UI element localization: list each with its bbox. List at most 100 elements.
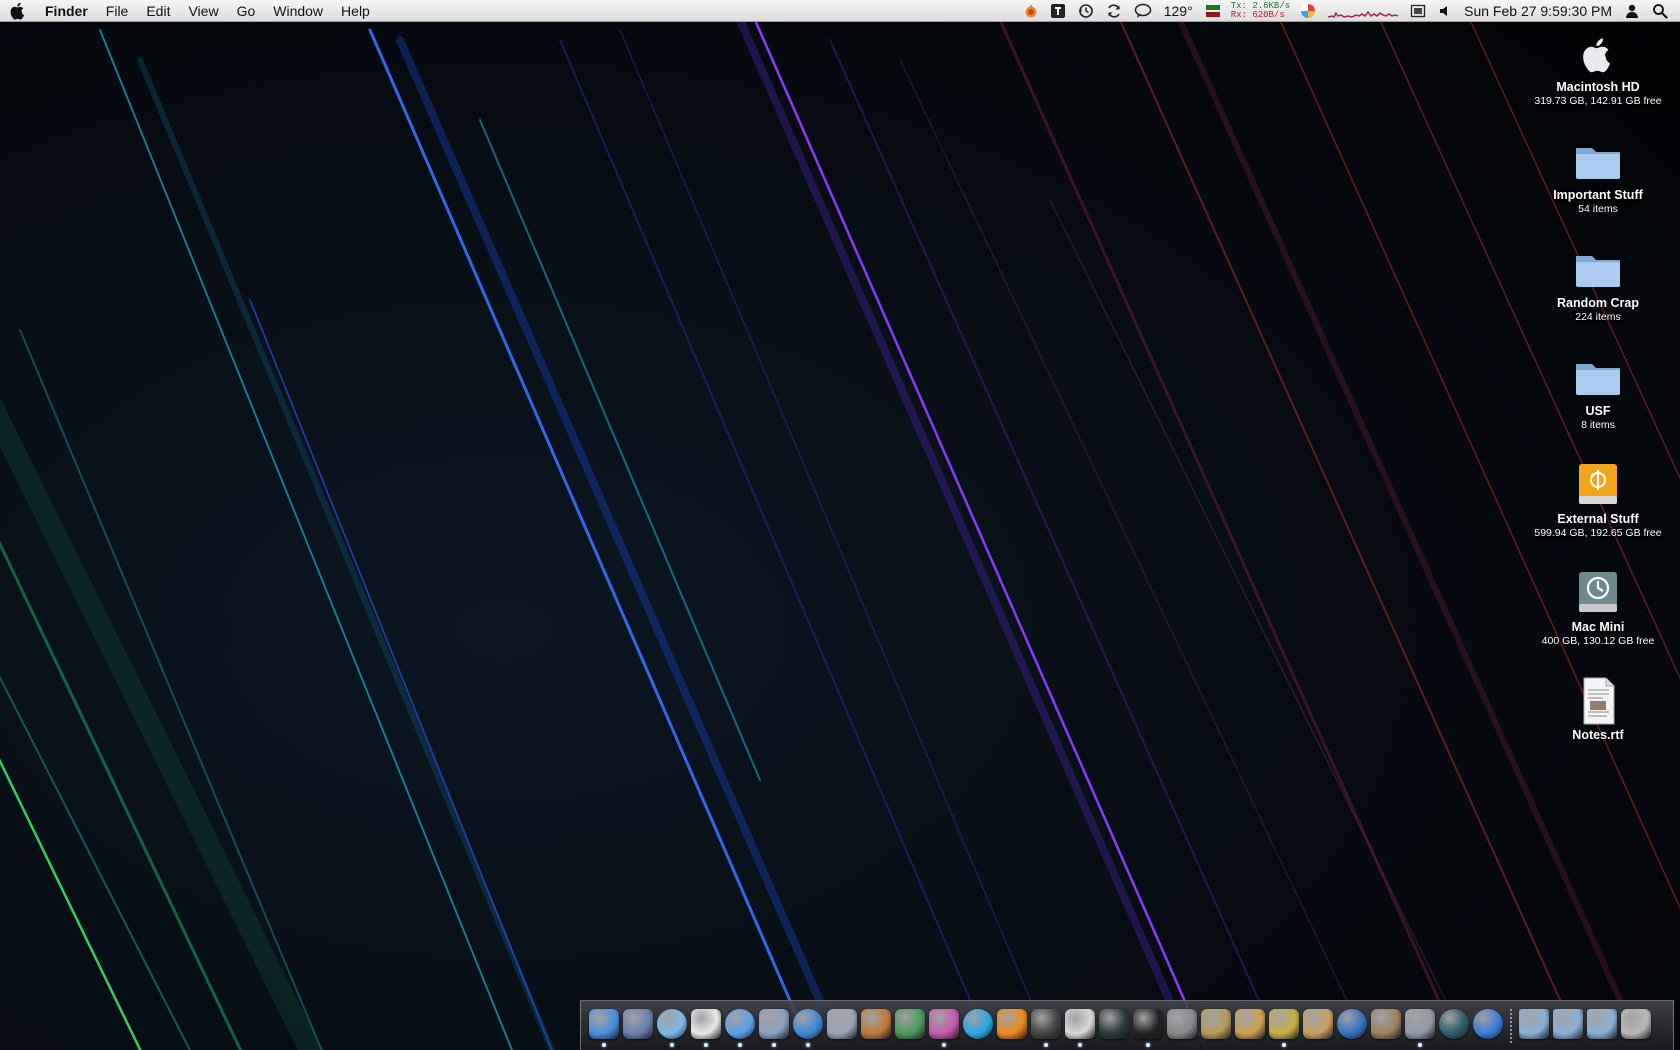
dock-app-item[interactable] xyxy=(792,1008,824,1047)
app-store-icon xyxy=(1473,1008,1503,1039)
desktop-icon-usf[interactable]: USF 8 items xyxy=(1523,352,1673,432)
desktop-icon-external-stuff[interactable]: External Stuff 599.94 GB, 192.65 GB free xyxy=(1523,460,1673,540)
menu-go[interactable]: Go xyxy=(228,0,265,22)
time-machine-drive-icon xyxy=(1573,568,1623,618)
dock-app-item[interactable] xyxy=(622,1008,654,1043)
dock-stacks xyxy=(1517,1008,1653,1043)
folder-icon xyxy=(1573,352,1623,402)
growl-icon[interactable] xyxy=(1018,0,1044,22)
display-icon[interactable] xyxy=(1404,0,1432,22)
dock-app-item[interactable] xyxy=(1200,1008,1232,1043)
hard-drive-icon xyxy=(1573,28,1623,78)
network-meter[interactable]: Tx: 2.6KB/s Rx: 620B/s xyxy=(1227,0,1294,22)
desktop-icon-notes-rtf[interactable]: Notes.rtf xyxy=(1523,676,1673,743)
menu-app-finder[interactable]: Finder xyxy=(36,0,97,22)
running-indicator xyxy=(1146,1042,1150,1047)
dock-app-item[interactable] xyxy=(1234,1008,1266,1043)
dock-app-item[interactable] xyxy=(962,1008,994,1043)
pen-icon xyxy=(827,1008,857,1039)
desktop-icon-important-stuff[interactable]: Important Stuff 54 items xyxy=(1523,136,1673,216)
battery-meter-icon[interactable] xyxy=(1199,0,1227,22)
dock-app-item[interactable] xyxy=(690,1008,722,1047)
dock-app-item[interactable] xyxy=(928,1008,960,1047)
color-wheel-icon[interactable] xyxy=(1294,0,1322,22)
quicktime-icon xyxy=(1337,1008,1367,1039)
dock-app-item[interactable] xyxy=(656,1008,688,1047)
dock-app-item[interactable] xyxy=(724,1008,756,1047)
system-preferences-icon xyxy=(1405,1008,1435,1039)
menu-edit[interactable]: Edit xyxy=(137,0,179,22)
dock-app-item[interactable] xyxy=(1302,1008,1334,1043)
desktop-icon-name: Random Crap xyxy=(1557,296,1639,310)
terminal-icon xyxy=(1133,1008,1163,1039)
safari-icon xyxy=(793,1008,823,1039)
dock xyxy=(580,1000,1674,1050)
speech-bubble-icon[interactable] xyxy=(1128,0,1158,22)
desktop-icon-name: External Stuff xyxy=(1557,512,1639,526)
running-indicator xyxy=(602,1042,606,1047)
desktop-icon-info: 54 items xyxy=(1578,203,1618,215)
net-rx-value: 620B/s xyxy=(1252,9,1285,20)
dock-stack-item[interactable] xyxy=(1552,1008,1584,1043)
desktop-icon-macintosh-hd[interactable]: Macintosh HD 319.73 GB, 142.91 GB free xyxy=(1523,28,1673,108)
menu-clock[interactable]: Sun Feb 27 9:59:30 PM xyxy=(1458,0,1618,22)
dock-app-item[interactable] xyxy=(1370,1008,1402,1043)
keynote-icon xyxy=(861,1008,891,1039)
running-indicator xyxy=(1044,1042,1048,1047)
preview-icon xyxy=(1201,1008,1231,1039)
dock-app-item[interactable] xyxy=(826,1008,858,1043)
network-graph-icon[interactable] xyxy=(1322,0,1404,22)
desktop-icon-mac-mini[interactable]: Mac Mini 400 GB, 130.12 GB free xyxy=(1523,568,1673,648)
time-machine-icon xyxy=(1439,1008,1469,1039)
dock-app-item[interactable] xyxy=(1404,1008,1436,1047)
dock-app-item[interactable] xyxy=(1472,1008,1504,1043)
running-indicator xyxy=(806,1042,810,1047)
desktop-icon-random-crap[interactable]: Random Crap 224 items xyxy=(1523,244,1673,324)
ichat-icon xyxy=(725,1008,755,1039)
volume-icon[interactable] xyxy=(1432,0,1458,22)
dock-app-item[interactable] xyxy=(1098,1008,1130,1043)
desktop-wallpaper xyxy=(0,0,1680,1050)
dock-app-item[interactable] xyxy=(758,1008,790,1047)
dock-app-item[interactable] xyxy=(894,1008,926,1043)
imovie-icon xyxy=(623,1008,653,1039)
running-indicator xyxy=(1078,1042,1082,1047)
dock-app-item[interactable] xyxy=(1030,1008,1062,1047)
menu-file[interactable]: File xyxy=(97,0,138,22)
temperature-readout[interactable]: 129° xyxy=(1158,0,1199,22)
dock-app-item[interactable] xyxy=(860,1008,892,1043)
dock-stack-item[interactable] xyxy=(1518,1008,1550,1043)
desktop-icon-info: 224 items xyxy=(1575,311,1621,323)
dock-apps xyxy=(587,1008,1505,1047)
dock-app-item[interactable] xyxy=(1268,1008,1300,1047)
activity-monitor-icon xyxy=(1099,1008,1129,1039)
sync-icon[interactable] xyxy=(1100,0,1128,22)
dock-app-item[interactable] xyxy=(1438,1008,1470,1043)
time-machine-menu-icon[interactable] xyxy=(1072,0,1100,22)
downloads-folder-icon xyxy=(1587,1008,1617,1039)
dock-app-item[interactable] xyxy=(1064,1008,1096,1047)
dock-stack-item[interactable] xyxy=(1586,1008,1618,1043)
dock-app-item[interactable] xyxy=(1166,1008,1198,1043)
apple-logo-icon[interactable] xyxy=(0,0,36,22)
dock-stack-item[interactable] xyxy=(1620,1008,1652,1043)
calculator-icon xyxy=(1167,1008,1197,1039)
running-indicator xyxy=(738,1042,742,1047)
spotlight-search-icon[interactable] xyxy=(1646,0,1674,22)
finder-icon xyxy=(589,1008,619,1039)
folder-icon xyxy=(1573,244,1623,294)
desktop-icon-name: Macintosh HD xyxy=(1556,80,1640,94)
dock-app-item[interactable] xyxy=(996,1008,1028,1043)
menu-view[interactable]: View xyxy=(179,0,227,22)
text-expander-icon[interactable] xyxy=(1044,0,1072,22)
dock-app-item[interactable] xyxy=(1132,1008,1164,1047)
dock-app-item[interactable] xyxy=(1336,1008,1368,1043)
folder-icon xyxy=(1573,136,1623,186)
running-indicator xyxy=(942,1042,946,1047)
menu-window[interactable]: Window xyxy=(264,0,332,22)
user-icon[interactable] xyxy=(1618,0,1646,22)
dock-app-item[interactable] xyxy=(588,1008,620,1047)
desktop-icon-name: Important Stuff xyxy=(1553,188,1643,202)
net-rx-label: Rx: xyxy=(1230,9,1247,20)
menu-help[interactable]: Help xyxy=(332,0,379,22)
